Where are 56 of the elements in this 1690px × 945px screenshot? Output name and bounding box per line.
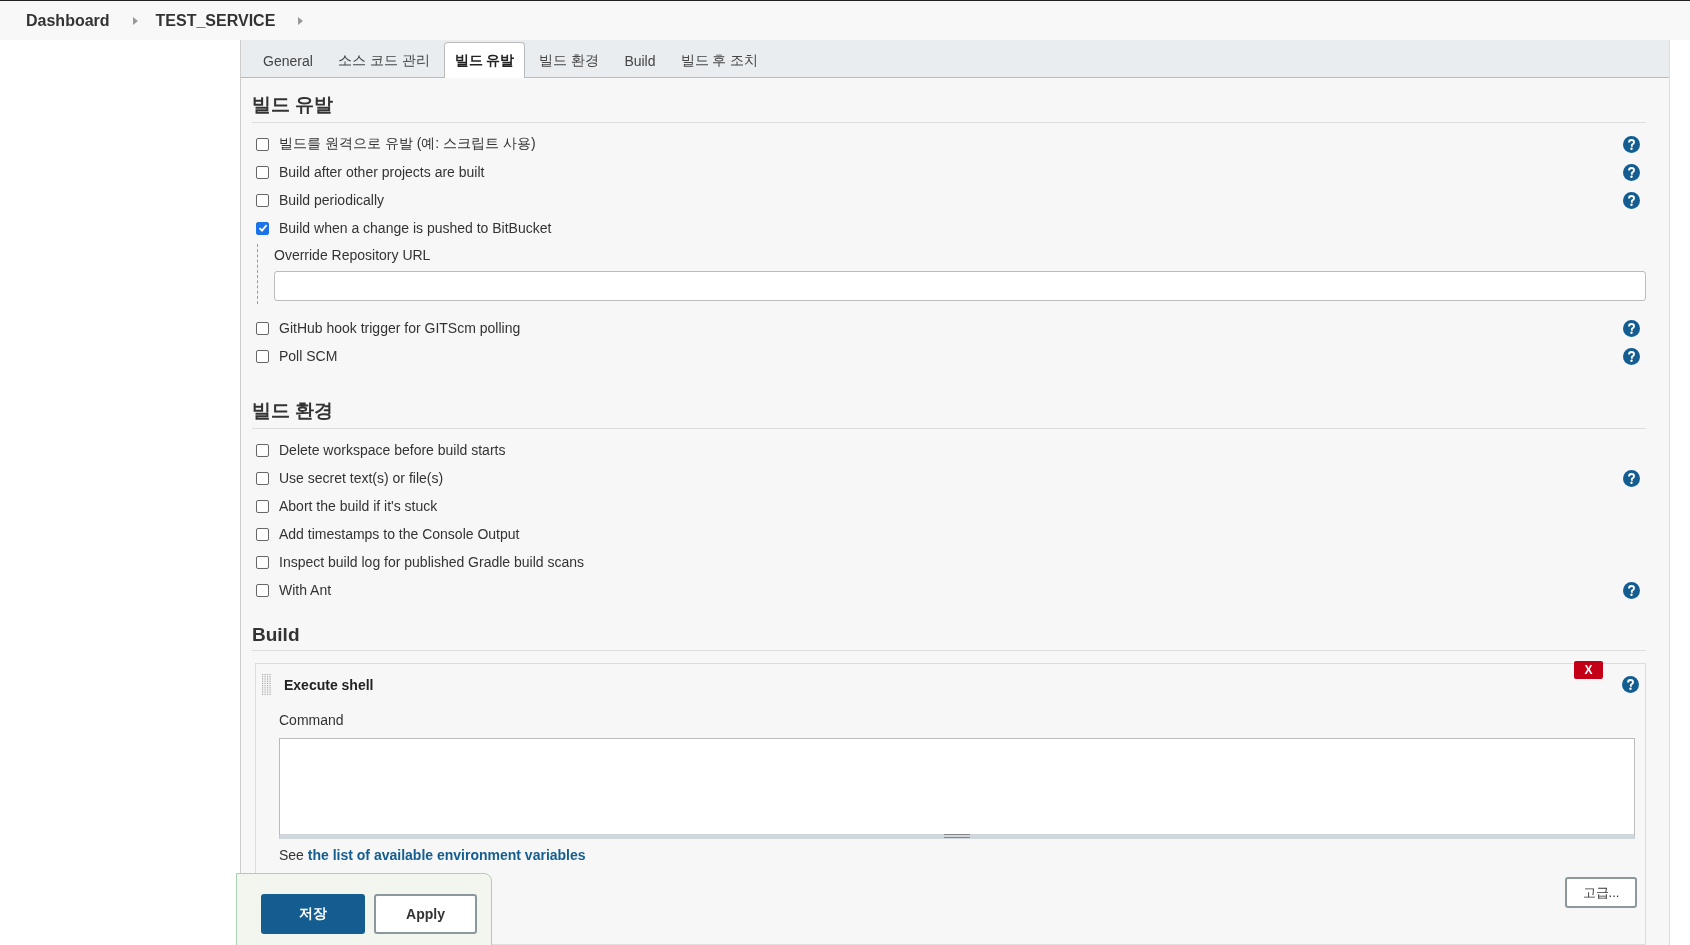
option-label[interactable]: Build when a change is pushed to BitBucket [279, 220, 552, 236]
env-variables-link[interactable]: the list of available environment variables [307, 847, 586, 863]
save-button[interactable]: 저장 [261, 894, 365, 934]
apply-button[interactable]: Apply [374, 894, 477, 934]
checkbox[interactable] [256, 137, 269, 151]
tab[interactable]: 소스 코드 관리 [326, 43, 441, 78]
step-title: Execute shell [284, 677, 374, 693]
help-icon[interactable] [1623, 347, 1640, 365]
checkbox[interactable] [256, 221, 269, 235]
checkbox[interactable] [256, 583, 269, 597]
chevron-icon[interactable] [298, 16, 304, 25]
help-icon[interactable] [1623, 135, 1640, 153]
chevron-icon[interactable] [132, 16, 138, 25]
tab[interactable]: 빌드 후 조치 [669, 43, 770, 78]
option-label[interactable]: Add timestamps to the Console Output [279, 526, 520, 542]
option-label[interactable]: Poll SCM [279, 348, 338, 364]
checkbox[interactable] [256, 443, 269, 457]
breadcrumb-link[interactable]: Dashboard [26, 11, 110, 30]
checkbox[interactable] [256, 165, 269, 179]
input-field[interactable] [274, 271, 1646, 301]
checkbox[interactable] [256, 321, 269, 335]
help-icon[interactable] [1623, 163, 1640, 181]
option-label[interactable]: Inspect build log for published Gradle build scans [279, 554, 585, 570]
option-label[interactable]: Build after other projects are built [279, 164, 485, 180]
section-heading: 빌드 환경 [252, 398, 1646, 429]
option-label[interactable]: Build periodically [279, 192, 385, 208]
option-label[interactable]: Use secret text(s) or file(s) [279, 470, 444, 486]
tab[interactable]: 빌드 유발 [443, 42, 526, 78]
advanced-button[interactable]: 고급... [1565, 877, 1637, 908]
help-icon[interactable] [1623, 191, 1640, 209]
breadcrumb-link[interactable]: TEST_SERVICE [155, 11, 276, 30]
help-icon[interactable] [1623, 581, 1640, 599]
hint-text: See the list of available environment variables [279, 847, 587, 863]
checkbox[interactable] [256, 471, 269, 485]
help-icon[interactable] [1623, 469, 1640, 487]
tab[interactable]: 빌드 환경 [528, 43, 611, 78]
checkbox[interactable] [256, 499, 269, 513]
help-icon[interactable] [1622, 676, 1639, 693]
checkbox[interactable] [256, 527, 269, 541]
checkbox[interactable] [256, 349, 269, 363]
checkbox[interactable] [256, 193, 269, 207]
field-label: Command [279, 712, 345, 728]
tab[interactable]: Build [613, 43, 667, 78]
option-label[interactable]: Abort the build if it's stuck [279, 498, 438, 514]
drag-handle-icon[interactable] [262, 674, 272, 696]
help-icon[interactable] [1623, 319, 1640, 337]
option-label[interactable]: GitHub hook trigger for GITScm polling [279, 320, 521, 336]
option-label[interactable]: 빌드를 원격으로 유발 (예: 스크립트 사용) [279, 135, 536, 153]
section-heading: 빌드 유발 [252, 92, 1646, 123]
checkbox[interactable] [256, 555, 269, 569]
field-label: Override Repository URL [274, 247, 432, 263]
option-label[interactable]: With Ant [279, 582, 332, 598]
delete-button[interactable]: X [1574, 661, 1603, 679]
option-label[interactable]: Delete workspace before build starts [279, 442, 506, 458]
section-heading: Build [252, 624, 1646, 651]
tab[interactable]: General [252, 43, 324, 78]
